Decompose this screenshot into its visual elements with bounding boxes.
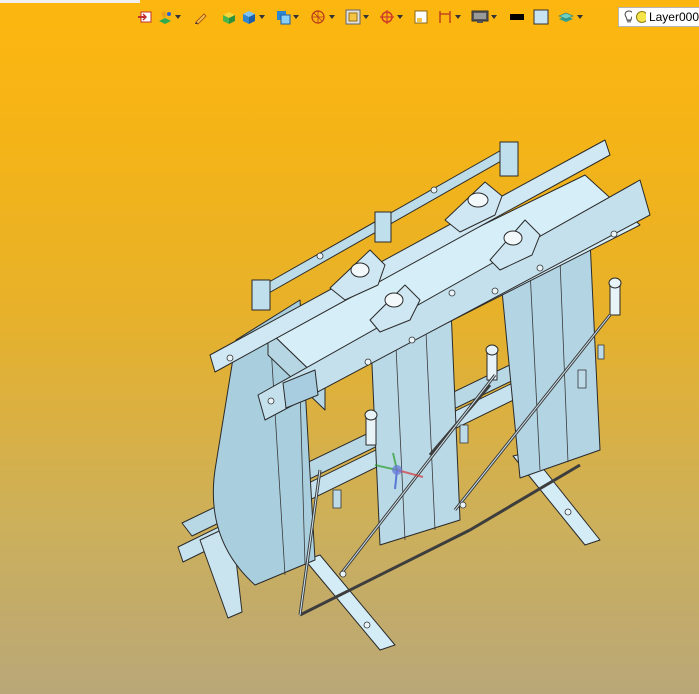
pan-target-button[interactable] bbox=[378, 7, 404, 27]
sketch-button[interactable] bbox=[192, 7, 210, 27]
3d-viewport[interactable]: Layer000 bbox=[0, 0, 699, 694]
import-icon bbox=[138, 11, 152, 23]
pan-target-dropdown-icon[interactable] bbox=[397, 15, 403, 19]
cube-view-button[interactable] bbox=[240, 7, 266, 27]
assembly-icon bbox=[159, 11, 171, 24]
display-button[interactable] bbox=[470, 7, 498, 27]
display-monitor-icon bbox=[471, 10, 489, 23]
render-mode-icon bbox=[277, 11, 291, 25]
cube-view-dropdown-icon[interactable] bbox=[259, 15, 265, 19]
lightbulb-icon[interactable] bbox=[623, 10, 633, 24]
layer-selector[interactable]: Layer000 bbox=[618, 7, 699, 27]
zoom-fit-icon bbox=[345, 9, 361, 25]
line-color-button[interactable] bbox=[508, 7, 526, 27]
view-toolbar bbox=[136, 6, 699, 28]
layers-dropdown-icon[interactable] bbox=[577, 15, 583, 19]
solid-box-icon bbox=[223, 12, 235, 24]
frame-button[interactable] bbox=[412, 7, 430, 27]
layers-button[interactable] bbox=[556, 7, 584, 27]
cube-view-icon bbox=[243, 11, 255, 24]
axis-triad bbox=[374, 452, 424, 490]
import-button[interactable] bbox=[136, 7, 154, 27]
fill-color-button[interactable] bbox=[532, 7, 550, 27]
solid-box-button[interactable] bbox=[220, 7, 238, 27]
pan-target-icon bbox=[380, 10, 394, 24]
skid-rail-left bbox=[304, 554, 396, 651]
zoom-fit-button[interactable] bbox=[344, 7, 370, 27]
transformer-3d-model[interactable] bbox=[0, 0, 699, 694]
rail-clamp-1 bbox=[251, 279, 271, 311]
render-mode-dropdown-icon[interactable] bbox=[293, 15, 299, 19]
dimension-icon bbox=[439, 11, 451, 23]
zoom-fit-dropdown-icon[interactable] bbox=[363, 15, 369, 19]
rail-clamp-2 bbox=[374, 211, 392, 243]
frame-icon bbox=[414, 10, 428, 24]
dimension-button[interactable] bbox=[436, 7, 462, 27]
section-view-button[interactable] bbox=[308, 7, 336, 27]
layers-icon bbox=[558, 12, 574, 22]
layer-status-icon[interactable] bbox=[635, 10, 646, 24]
section-view-icon bbox=[311, 10, 325, 24]
layer-name: Layer000 bbox=[648, 10, 699, 24]
section-view-dropdown-icon[interactable] bbox=[329, 15, 335, 19]
assembly-dropdown-icon[interactable] bbox=[175, 15, 181, 19]
sketch-pencil-icon bbox=[195, 13, 207, 25]
dimension-dropdown-icon[interactable] bbox=[455, 15, 461, 19]
fill-color-icon bbox=[533, 9, 549, 25]
rail-clamp-3 bbox=[499, 141, 519, 177]
render-mode-button[interactable] bbox=[274, 7, 300, 27]
assembly-button[interactable] bbox=[156, 7, 182, 27]
display-dropdown-icon[interactable] bbox=[491, 15, 497, 19]
line-color-icon bbox=[510, 14, 524, 20]
